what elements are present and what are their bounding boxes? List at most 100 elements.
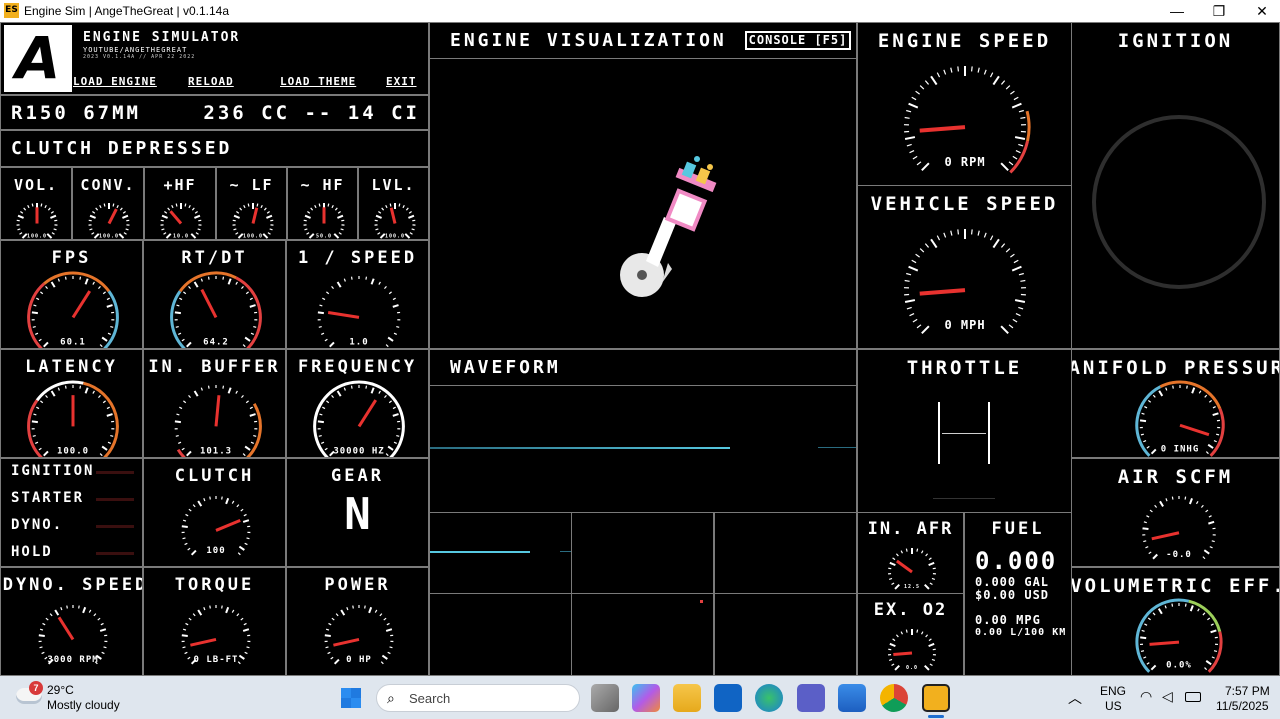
gauge-needle xyxy=(327,311,360,319)
copilot-icon[interactable] xyxy=(632,684,660,712)
load-theme-button[interactable]: LOAD THEME xyxy=(280,75,356,88)
battery-icon[interactable] xyxy=(1185,692,1201,702)
gauge-tick xyxy=(1210,623,1214,626)
gauge-tick xyxy=(1210,629,1217,634)
lvl-gauge: 100.0 xyxy=(374,203,416,239)
close-button[interactable]: ✕ xyxy=(1242,1,1280,21)
gauge-tick xyxy=(324,634,331,638)
gauge-tick xyxy=(194,210,198,214)
gauge-value: -0.0 xyxy=(1166,550,1192,560)
gauge-tick xyxy=(385,453,389,457)
gauge-tick xyxy=(240,617,244,621)
gauge-tick xyxy=(378,390,381,394)
outlook-icon[interactable] xyxy=(714,684,742,712)
gauge-tick xyxy=(60,607,63,611)
scope-cell-6 xyxy=(714,593,857,676)
scope-dot xyxy=(700,600,703,603)
gauge-tick xyxy=(54,609,60,616)
teams-icon[interactable] xyxy=(797,684,825,712)
ignition-panel: IGNITION xyxy=(1071,22,1280,349)
gauge-tick xyxy=(182,646,186,649)
exit-button[interactable]: EXIT xyxy=(386,75,417,88)
maximize-button[interactable]: ❐ xyxy=(1199,1,1239,21)
gauge-tick xyxy=(957,66,960,72)
language-line1[interactable]: ENG xyxy=(1100,684,1126,698)
language-line2[interactable]: US xyxy=(1105,699,1122,713)
load-engine-button[interactable]: LOAD ENGINE xyxy=(73,75,157,88)
gauge-tick xyxy=(1171,603,1174,607)
gauge-tick xyxy=(1205,509,1209,513)
gauge-tick xyxy=(1147,617,1151,621)
gauge-tick xyxy=(110,326,114,328)
tray-chevron-icon[interactable]: ︿ xyxy=(1068,688,1082,708)
gauge-tick xyxy=(1000,162,1009,171)
gauge-tick xyxy=(329,341,335,348)
reload-button[interactable]: RELOAD xyxy=(188,75,234,88)
gauge-tick xyxy=(242,344,246,348)
gauge-tick xyxy=(375,214,382,219)
gauge-tick xyxy=(183,291,187,295)
gauge-tick xyxy=(904,279,910,282)
gauge-tick xyxy=(19,232,23,235)
gauge-tick xyxy=(396,326,400,328)
gauge-tick xyxy=(314,204,317,209)
console-button[interactable]: CONSOLE [F5] xyxy=(745,31,851,50)
fps-gauge: 60.1 xyxy=(27,271,119,348)
version-line: 2023 V0.1.14A // APR 22 2022 xyxy=(83,54,196,60)
gauge-tick xyxy=(936,235,941,241)
file-explorer-icon[interactable] xyxy=(673,684,701,712)
task-view-icon[interactable] xyxy=(591,684,619,712)
gauge-tick xyxy=(352,605,354,609)
gauge-tick xyxy=(337,214,344,219)
chrome-icon[interactable] xyxy=(880,684,908,712)
gauge-tick xyxy=(244,336,251,342)
gauge-tick xyxy=(908,265,919,272)
gauge-tick xyxy=(1208,399,1213,403)
start-icon[interactable] xyxy=(340,687,362,709)
gauge-tick xyxy=(950,230,953,236)
engine-sim-taskbar-icon[interactable] xyxy=(922,684,950,712)
gauge-tick xyxy=(188,617,192,621)
minimize-button[interactable]: — xyxy=(1157,1,1197,21)
gauge-tick xyxy=(249,297,253,301)
gauge-tick xyxy=(408,210,412,214)
gauge-tick xyxy=(95,207,99,211)
gauge-tick xyxy=(1018,272,1024,276)
rtdt-panel: RT/DT 64.2 xyxy=(143,240,286,349)
gauge-tick xyxy=(89,214,96,219)
gauge-tick xyxy=(106,297,110,301)
weather-badge: 7 xyxy=(29,681,43,695)
gauge-tick xyxy=(891,582,895,586)
frequency-panel: FREQUENCY 30000 HZ xyxy=(286,349,429,458)
gauge-tick xyxy=(107,332,111,335)
store-icon[interactable] xyxy=(838,684,866,712)
gauge-tick xyxy=(925,553,929,557)
gauge-tick xyxy=(392,297,396,301)
gauge-tick xyxy=(335,613,339,617)
gauge-tick xyxy=(106,304,113,308)
gauge-tick xyxy=(328,622,332,626)
gauge-tick xyxy=(1146,445,1150,449)
gauge-tick xyxy=(242,519,250,523)
app-icon: ES xyxy=(4,3,19,18)
gauge-tick xyxy=(387,651,391,655)
gauge-tick xyxy=(256,203,259,207)
lf-gauge: 100.0 xyxy=(232,203,274,239)
wifi-icon[interactable]: ◠ xyxy=(1140,688,1152,705)
edge-icon[interactable] xyxy=(755,684,783,712)
gauge-needle xyxy=(895,559,913,574)
gauge-tick xyxy=(99,204,102,209)
clock-time[interactable]: 7:57 PM xyxy=(1225,684,1270,698)
volume-icon[interactable]: ◁ xyxy=(1162,688,1173,705)
gauge-tick xyxy=(989,72,994,78)
engine-render xyxy=(620,156,717,297)
gauge-tick xyxy=(983,69,987,75)
in-afr-label: IN. AFR xyxy=(867,519,954,539)
clock-date[interactable]: 11/5/2025 xyxy=(1216,699,1269,713)
gauge-tick xyxy=(928,561,935,567)
dyno-speed-panel: DYNO. SPEED 3000 RPM xyxy=(0,567,143,676)
gauge-tick xyxy=(333,233,340,239)
search-box[interactable]: ⌕ Search xyxy=(376,684,580,712)
gauge-tick xyxy=(78,605,80,609)
gauge-tick xyxy=(31,203,34,207)
